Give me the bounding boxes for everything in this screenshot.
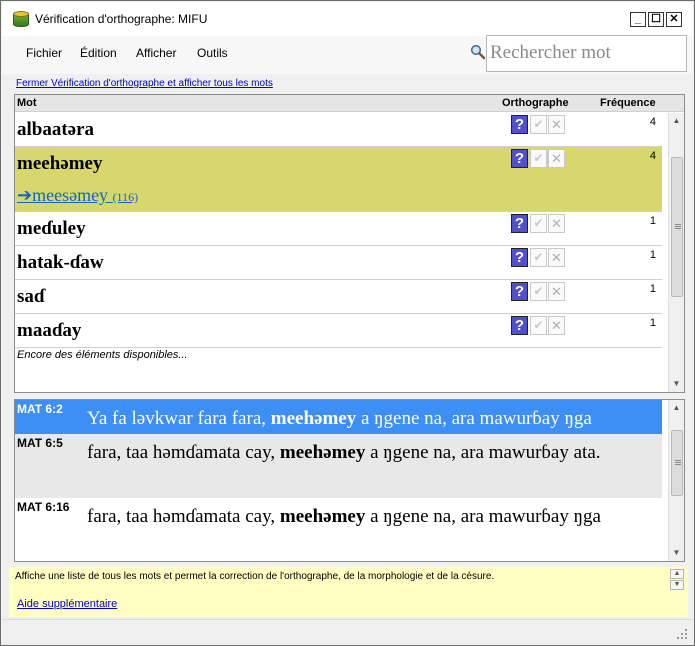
verse-text: fara, taa həmɗamata cay, meehəmey a ŋgen… [87,502,662,532]
context-row-selected[interactable]: MAT 6:2 Ya fa ləvkwar fara fara, meehəme… [15,400,662,434]
word-text: meehəmey [17,153,103,174]
accept-button[interactable]: ✔ [530,248,547,267]
column-header-spelling[interactable]: Orthographe [502,97,569,109]
menu-edition[interactable]: Édition [80,46,117,60]
verse-match: meehəmey [279,442,366,463]
app-icon [13,11,29,28]
word-text: hatak-ɗaw [17,252,104,273]
word-list-scrollbar[interactable]: ▲ ▼ [668,113,684,392]
word-text: meɗuley [17,218,86,239]
verse-text: Ya fa ləvkwar fara fara, meehəmey a ŋgen… [87,404,662,434]
verse-text: fara, taa həmɗamata cay, meehəmey a ŋgen… [87,438,662,468]
reject-button[interactable]: ✕ [548,248,565,267]
maximize-button[interactable]: ☐ [648,12,664,27]
word-text: albaatəra [17,119,95,140]
question-button[interactable]: ? [511,149,528,168]
scroll-thumb[interactable] [671,157,683,297]
question-button[interactable]: ? [511,214,528,233]
scroll-down-arrow[interactable]: ▼ [670,580,684,590]
question-button[interactable]: ? [511,248,528,267]
accept-button[interactable]: ✔ [530,316,547,335]
context-scrollbar[interactable]: ▲ ▼ [668,400,684,561]
menu-outils[interactable]: Outils [197,46,228,60]
help-scrollbar[interactable]: ▲ ▼ [670,569,684,591]
word-frequency: 1 [649,249,656,261]
accept-button[interactable]: ✔ [530,149,547,168]
verse-after: a ŋgene na, ara mawurɓay ŋga [356,408,592,429]
menu-afficher[interactable]: Afficher [136,46,176,60]
minimize-button[interactable]: _ [630,12,646,27]
reject-button[interactable]: ✕ [548,282,565,301]
status-bar [2,619,693,645]
context-row[interactable]: MAT 6:16 fara, taa həmɗamata cay, meehəm… [15,498,662,561]
context-pane: MAT 6:2 Ya fa ləvkwar fara fara, meehəme… [14,399,685,562]
search-icon [470,44,486,60]
scroll-up-arrow[interactable]: ▲ [669,400,684,416]
column-header-frequency[interactable]: Fréquence [600,97,656,109]
word-frequency: 1 [649,317,656,329]
title-bar: Vérification d'orthographe: MIFU _ ☐ ✕ [2,2,693,36]
scroll-up-arrow[interactable]: ▲ [669,113,684,129]
question-button[interactable]: ? [511,282,528,301]
word-row[interactable]: hatak-ɗaw ? ✔ ✕ 1 [15,246,662,280]
reject-button[interactable]: ✕ [548,149,565,168]
word-frequency: 4 [649,116,656,128]
word-frequency: 1 [649,215,656,227]
context-row[interactable]: MAT 6:5 fara, taa həmɗamata cay, meehəme… [15,434,662,498]
scroll-thumb[interactable] [671,430,683,496]
help-text: Affiche une liste de tous les mots et pe… [15,571,495,582]
verse-reference: MAT 6:2 [17,402,63,416]
scroll-up-arrow[interactable]: ▲ [670,569,684,579]
reject-button[interactable]: ✕ [548,115,565,134]
accept-button[interactable]: ✔ [530,115,547,134]
spelling-check-window: Vérification d'orthographe: MIFU _ ☐ ✕ F… [0,0,695,646]
word-text: saɗ [17,286,45,307]
reject-button[interactable]: ✕ [548,214,565,233]
close-spellcheck-link[interactable]: Fermer Vérification d'orthographe et aff… [16,78,273,89]
close-button[interactable]: ✕ [666,12,682,27]
accept-button[interactable]: ✔ [530,214,547,233]
more-help-link[interactable]: Aide supplémentaire [17,598,117,610]
word-frequency: 1 [649,283,656,295]
word-row[interactable]: maaɗay ? ✔ ✕ 1 [15,314,662,348]
question-button[interactable]: ? [511,316,528,335]
column-header-word[interactable]: Mot [17,97,37,109]
verse-before: fara, taa həmɗamata cay, [87,442,280,463]
verse-reference: MAT 6:5 [17,436,63,450]
reject-button[interactable]: ✕ [548,316,565,335]
accept-button[interactable]: ✔ [530,282,547,301]
word-text: maaɗay [17,320,82,341]
word-row-selected[interactable]: meehəmey ➔meesəmey (116) ? ✔ ✕ 4 [15,147,662,212]
resize-grip-icon[interactable] [677,629,687,639]
menu-bar: Fichier Édition Afficher Outils Recherch… [2,35,693,74]
scroll-down-arrow[interactable]: ▼ [669,376,684,392]
suggestion-word: meesəmey [32,185,109,205]
search-input[interactable]: Rechercher mot [486,35,687,72]
suggestion-count: (116) [112,190,139,204]
verse-after: a ŋgene na, ara mawurɓay ŋga [365,506,601,527]
word-row[interactable]: saɗ ? ✔ ✕ 1 [15,280,662,314]
scroll-down-arrow[interactable]: ▼ [669,545,684,561]
verse-before: fara, taa həmɗamata cay, [87,506,280,527]
word-frequency: 4 [649,150,656,162]
word-row[interactable]: albaatəra ? ✔ ✕ 4 [15,113,662,147]
verse-match: meehəmey [279,506,366,527]
verse-before: Ya fa ləvkwar fara fara, [87,408,271,429]
word-row[interactable]: meɗuley ? ✔ ✕ 1 [15,212,662,246]
word-list: Mot Orthographe Fréquence albaatəra ? ✔ … [14,94,685,393]
word-list-header: Mot Orthographe Fréquence [15,95,684,112]
verse-match: meehəmey [270,408,357,429]
question-button[interactable]: ? [511,115,528,134]
help-pane: Affiche une liste de tous les mots et pe… [9,567,688,617]
window-title: Vérification d'orthographe: MIFU [35,12,208,26]
more-items-text: Encore des éléments disponibles... [17,349,188,361]
menu-fichier[interactable]: Fichier [26,46,62,60]
verse-reference: MAT 6:16 [17,500,70,514]
arrow-right-icon: ➔ [17,185,33,205]
verse-after: a ŋgene na, ara mawurɓay ata. [365,442,601,463]
suggestion-link[interactable]: ➔meesəmey (116) [17,185,138,206]
